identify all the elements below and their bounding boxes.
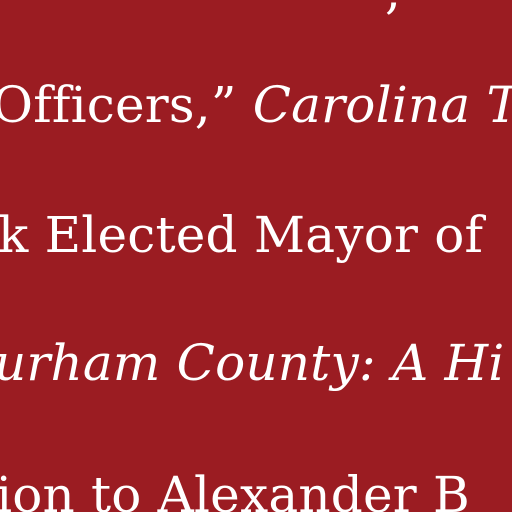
- text-line-elected-mayor: k Elected Mayor of: [0, 210, 483, 260]
- document-page: , Officers,” Carolina Ti k Elected Mayor…: [0, 0, 512, 512]
- text-segment: Officers,”: [0, 76, 253, 134]
- text-segment: ,: [385, 0, 401, 20]
- text-line-fragment-top: ,: [385, 0, 401, 16]
- text-segment: k Elected Mayor of: [0, 206, 484, 264]
- text-line-citation-officers: Officers,” Carolina Ti: [0, 80, 512, 130]
- text-line-durham-county: urham County: A Hi: [0, 338, 504, 388]
- italic-text-segment: Carolina Ti: [252, 76, 512, 134]
- text-segment: ion to Alexander B: [0, 466, 470, 512]
- italic-text-segment: urham County: A Hi: [0, 334, 505, 392]
- text-line-alexander: ion to Alexander B: [0, 470, 470, 512]
